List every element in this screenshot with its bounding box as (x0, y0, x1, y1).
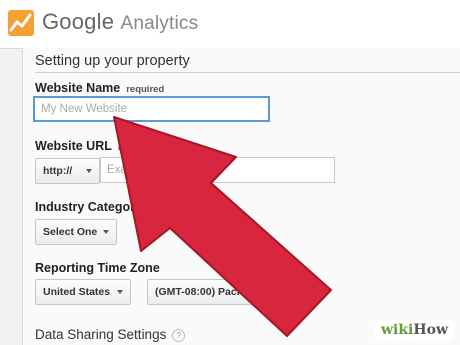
help-icon[interactable]: ? (147, 201, 161, 214)
brand-name: Google (42, 9, 115, 34)
required-badge: required (126, 84, 165, 95)
website-name-label: Website Name required (35, 81, 164, 95)
website-url-input[interactable]: Examp (100, 157, 335, 183)
industry-category-label-text: Industry Category (35, 200, 142, 214)
section-title: Setting up your property (35, 53, 190, 69)
url-required-badge: requ (117, 142, 139, 153)
industry-category-select[interactable]: Select One (35, 219, 117, 245)
time-zone-select[interactable]: (GMT-08:00) Pacific Time (147, 279, 304, 305)
chevron-down-icon (117, 290, 123, 294)
data-sharing-label-text: Data Sharing Settings (35, 327, 167, 342)
website-name-input[interactable]: My New Website (33, 96, 270, 122)
website-name-label-text: Website Name (35, 81, 121, 95)
reporting-time-zone-label-text: Reporting Time Zone (35, 261, 160, 275)
product-name: Analytics (120, 13, 199, 34)
help-icon[interactable]: ? (172, 329, 186, 342)
app-logo-text: Google Analytics (42, 9, 198, 35)
wikihow-watermark: wikiHow (374, 320, 454, 340)
website-url-placeholder: Examp (107, 164, 143, 176)
app-header: Google Analytics (0, 0, 460, 49)
reporting-time-zone-label: Reporting Time Zone (35, 261, 160, 275)
country-selected-value: United States (43, 286, 111, 298)
data-sharing-settings-heading: Data Sharing Settings? (35, 327, 186, 342)
website-url-label-text: Website URL (35, 139, 112, 153)
website-url-label: Website URL requ (35, 139, 138, 153)
protocol-selected-value: http:// (43, 165, 73, 177)
industry-category-selected-value: Select One (43, 226, 98, 238)
chevron-down-icon (290, 290, 296, 294)
industry-category-label: Industry Category? (35, 200, 161, 214)
protocol-select[interactable]: http:// (35, 158, 100, 184)
watermark-how: How (413, 322, 448, 338)
country-select[interactable]: United States (35, 279, 131, 305)
website-name-placeholder: My New Website (41, 103, 128, 115)
time-zone-selected-value: (GMT-08:00) Pacific Time (155, 286, 280, 298)
chevron-down-icon (103, 230, 109, 234)
watermark-wiki: wiki (380, 322, 414, 338)
chevron-down-icon (86, 169, 92, 173)
analytics-logo-icon (8, 10, 34, 36)
section-divider (35, 72, 460, 73)
